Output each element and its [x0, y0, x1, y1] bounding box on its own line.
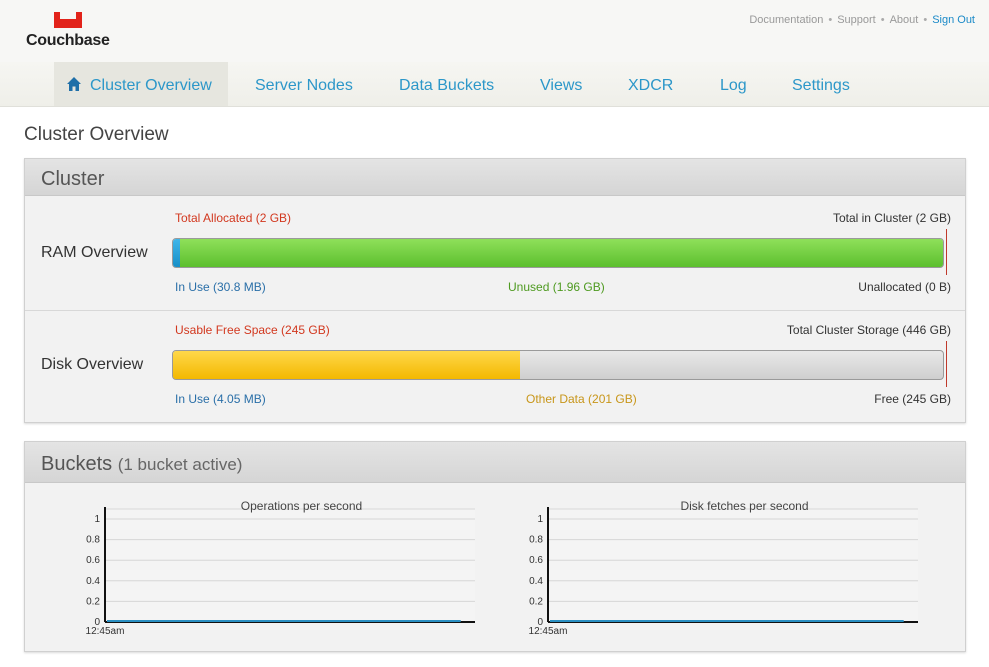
tab-xdcr[interactable]: XDCR [628, 62, 673, 106]
ram-unused-label: Unused (1.96 GB) [508, 280, 605, 294]
couchbase-logo-icon [54, 12, 82, 28]
chart-x-tick-label: 12:45am [529, 626, 568, 637]
tab-data-buckets[interactable]: Data Buckets [399, 62, 494, 106]
about-link[interactable]: About [890, 14, 919, 26]
chart-y-tick-label: 0.6 [86, 555, 100, 566]
sign-out-link[interactable]: Sign Out [932, 14, 975, 26]
chart-y-tick-label: 0.8 [529, 535, 543, 546]
main-nav: Cluster Overview Server Nodes Data Bucke… [0, 62, 989, 107]
home-icon [67, 77, 81, 91]
buckets-title: Buckets [41, 453, 113, 475]
chart-y-tick-label: 0.4 [86, 576, 100, 587]
chart-y-tick-label: 1 [537, 514, 543, 525]
tab-server-nodes[interactable]: Server Nodes [255, 62, 353, 106]
cluster-panel-header: Cluster [25, 159, 965, 196]
page-title: Cluster Overview [24, 124, 169, 145]
ram-unallocated-label: Unallocated (0 B) [858, 280, 951, 294]
disk-in-use-label: In Use (4.05 MB) [175, 392, 266, 406]
buckets-panel-header: Buckets (1 bucket active) [25, 442, 965, 483]
buckets-panel-title: Buckets (1 bucket active) [41, 453, 242, 476]
ram-total-allocated: Total Allocated (2 GB) [175, 211, 292, 225]
documentation-link[interactable]: Documentation [749, 14, 823, 26]
support-link[interactable]: Support [837, 14, 876, 26]
ram-usage-bar [172, 238, 944, 268]
ram-quota-marker [946, 229, 947, 275]
chart-plot-area [547, 508, 918, 623]
chart-title: Disk fetches per second [680, 499, 808, 513]
link-separator: • [923, 14, 928, 26]
disk-fetches-per-second-chart: Disk fetches per second10.80.60.40.2012:… [529, 499, 918, 637]
disk-overview-row: Disk Overview Usable Free Space (245 GB)… [25, 308, 965, 418]
link-separator: • [880, 14, 885, 26]
chart-y-tick-label: 0.6 [529, 555, 543, 566]
disk-overview-label: Disk Overview [41, 356, 144, 373]
disk-total-cluster-storage: Total Cluster Storage (446 GB) [786, 323, 951, 337]
chart-y-tick-label: 0.8 [86, 535, 100, 546]
chart-title: Operations per second [241, 499, 362, 513]
ram-in-use-label: In Use (30.8 MB) [175, 280, 266, 294]
logo-text: Couchbase [26, 32, 110, 49]
tab-label: Cluster Overview [90, 77, 212, 94]
chart-y-tick-label: 0.4 [529, 576, 543, 587]
top-links: Documentation • Support • About • Sign Out [749, 14, 975, 26]
link-separator: • [828, 14, 833, 26]
top-bar: Couchbase Documentation • Support • About • Si… [0, 0, 989, 62]
ram-unused-segment [179, 239, 943, 267]
chart-y-tick-label: 1 [94, 514, 100, 525]
tab-cluster-overview[interactable]: Cluster Overview [54, 62, 228, 106]
disk-other-data-label: Other Data (201 GB) [526, 392, 637, 406]
tab-settings[interactable]: Settings [792, 62, 850, 106]
ram-in-use-segment [173, 239, 180, 267]
tab-log[interactable]: Log [720, 62, 747, 106]
buckets-active-count: (1 bucket active) [117, 455, 243, 474]
ram-overview-label: RAM Overview [41, 244, 148, 261]
chart-y-tick-label: 0.2 [86, 596, 100, 607]
buckets-panel: Buckets (1 bucket active) Operations per… [24, 441, 966, 652]
disk-free-label: Free (245 GB) [874, 392, 951, 406]
chart-y-tick-label: 0.2 [529, 596, 543, 607]
disk-usable-free-space: Usable Free Space (245 GB) [175, 323, 330, 337]
ram-overview-row: RAM Overview Total Allocated (2 GB) Tota… [25, 196, 965, 306]
disk-free-marker [946, 341, 947, 387]
disk-used-segment [173, 351, 520, 379]
chart-x-tick-label: 12:45am [86, 626, 125, 637]
operations-per-second-chart: Operations per second10.80.60.40.2012:45… [86, 499, 475, 637]
tab-views[interactable]: Views [540, 62, 582, 106]
cluster-panel-title: Cluster [41, 168, 105, 190]
cluster-panel: Cluster RAM Overview Total Allocated (2 … [24, 158, 966, 423]
ram-total-in-cluster: Total in Cluster (2 GB) [832, 211, 951, 225]
chart-plot-area [104, 508, 475, 623]
couchbase-logo[interactable]: Couchbase [24, 10, 116, 54]
disk-usage-bar [172, 350, 944, 380]
